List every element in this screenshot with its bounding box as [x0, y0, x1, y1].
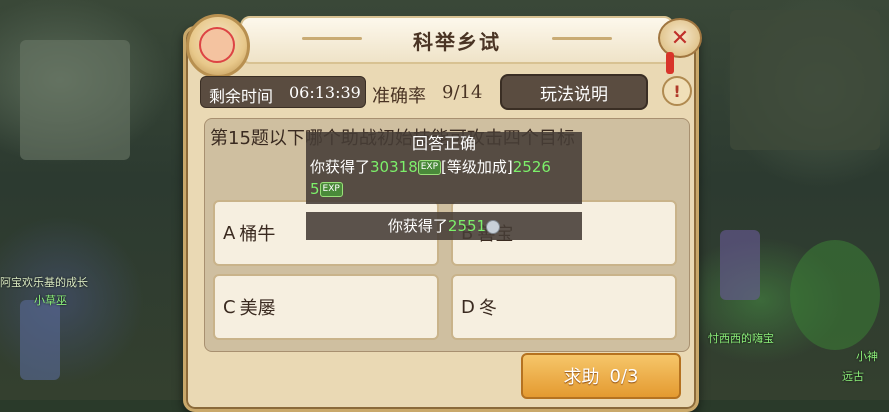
npc-name-left: 小草巫 [34, 294, 67, 307]
close-icon: ✕ [670, 25, 690, 51]
time-remaining-label: 剩余时间 [209, 87, 274, 106]
option-a-text: 桶牛 [239, 224, 276, 245]
toast-bonus-value-part-1: 2526 [512, 158, 551, 176]
npc-title-right: 忖西西的嗨宝 [708, 332, 774, 345]
toast-reward: 你获得了30318 EXP [等级加成]2526 5 EXP [306, 156, 582, 204]
window-title: 科举乡试 [413, 30, 501, 54]
help-button-label: 求助 [563, 367, 600, 388]
title-bar: 科举乡试 [240, 16, 674, 64]
option-d-letter: D [461, 296, 475, 318]
lantern-icon [666, 52, 674, 74]
npc-name-right-2: 小神 [856, 350, 878, 363]
close-button[interactable]: ✕ [658, 18, 702, 58]
info-icon[interactable]: ! [662, 76, 692, 106]
toast2-prefix: 你获得了 [387, 217, 448, 235]
option-a-letter: A [223, 222, 236, 244]
world-character-right [720, 230, 760, 300]
world-statue [20, 40, 130, 160]
option-c-text: 美屡 [239, 298, 276, 319]
rules-button[interactable]: 玩法说明 [500, 74, 648, 110]
toast-reward-line-1: 你获得了30318 EXP [等级加成]2526 [310, 156, 582, 178]
toast-exp-value: 30318 [370, 158, 418, 176]
toast-reward-line-2: 5 EXP [310, 178, 582, 200]
world-tree [790, 240, 880, 350]
bonus-exp-icon: EXP [319, 182, 343, 197]
option-c[interactable]: C 美屡 [213, 274, 439, 340]
toast-bonus-value-part-2: 5 [310, 180, 320, 198]
help-button-count: 0/3 [609, 365, 639, 387]
toast2-value: 2551 [447, 217, 487, 235]
title-ornament-right [552, 37, 612, 40]
time-remaining-box: 剩余时间 06:13:39 [200, 76, 366, 108]
accuracy-label: 准确率 [372, 86, 426, 107]
toast-silver: 你获得了2551 [306, 212, 582, 240]
silver-coin-icon [486, 219, 501, 234]
npc-title-left: 阿宝欢乐基的成长 [0, 276, 88, 289]
help-button[interactable]: 求助 0/3 [521, 353, 681, 399]
time-remaining-value: 06:13:39 [289, 83, 361, 102]
toast-prefix: 你获得了 [310, 158, 371, 176]
npc-name-right: 远古 [842, 370, 864, 383]
npc-avatar [186, 14, 250, 78]
option-d[interactable]: D 冬 [451, 274, 677, 340]
toast-title: 回答正确 [306, 132, 582, 156]
accuracy-value: 9/14 [442, 82, 483, 103]
toast-bonus-label: [等级加成] [441, 158, 513, 176]
world-character-left [20, 300, 60, 380]
world-building [730, 10, 880, 150]
option-c-letter: C [223, 296, 236, 318]
exp-icon: EXP [417, 160, 442, 175]
npc-avatar-face [199, 27, 235, 63]
option-d-text: 冬 [478, 298, 497, 319]
